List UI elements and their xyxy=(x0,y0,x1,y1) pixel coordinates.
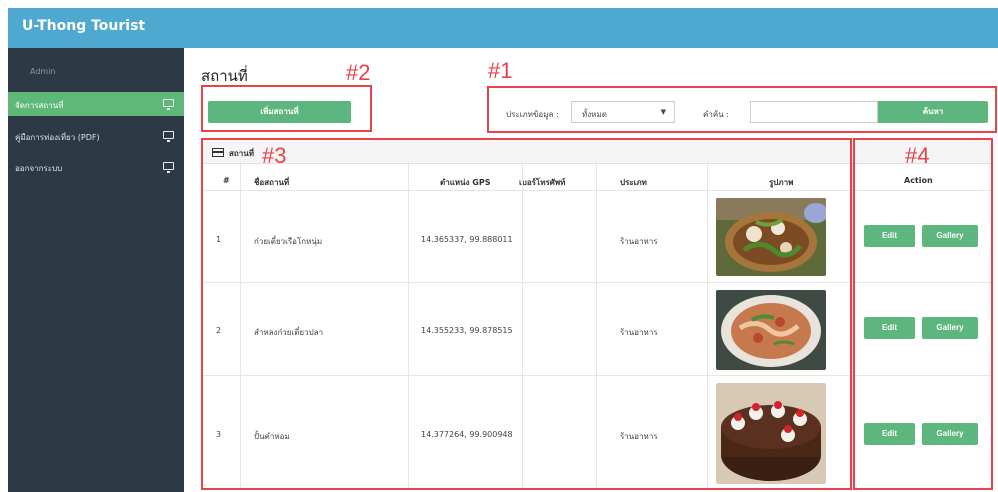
annotation-label-2: #2 xyxy=(346,60,371,85)
annotation-box-1 xyxy=(487,86,997,133)
monitor-icon xyxy=(163,131,174,142)
monitor-icon xyxy=(163,162,174,173)
annotation-label-3: #3 xyxy=(262,143,287,168)
annotation-label-4: #4 xyxy=(905,143,930,168)
annotation-label-1: #1 xyxy=(488,58,513,83)
annotation-box-2 xyxy=(201,85,372,132)
sidebar-item-logout[interactable]: ออกจากระบบ xyxy=(8,155,184,179)
monitor-icon xyxy=(163,99,174,110)
sidebar-item-label: คู่มือการท่องเที่ยว (PDF) xyxy=(15,133,100,142)
sidebar: Admin จัดการสถานที่ คู่มือการท่องเที่ยว … xyxy=(8,48,184,492)
annotation-box-4 xyxy=(853,138,993,490)
sidebar-item-label: ออกจากระบบ xyxy=(15,164,63,173)
annotation-box-3 xyxy=(201,138,852,490)
sidebar-role-label: Admin xyxy=(30,67,56,76)
sidebar-item-label: จัดการสถานที่ xyxy=(15,101,64,110)
app-brand[interactable]: U-Thong Tourist xyxy=(22,18,145,34)
sidebar-item-manage-places[interactable]: จัดการสถานที่ xyxy=(8,92,184,116)
top-bar: U-Thong Tourist xyxy=(8,8,998,48)
sidebar-item-travel-guide-pdf[interactable]: คู่มือการท่องเที่ยว (PDF) xyxy=(8,124,184,148)
